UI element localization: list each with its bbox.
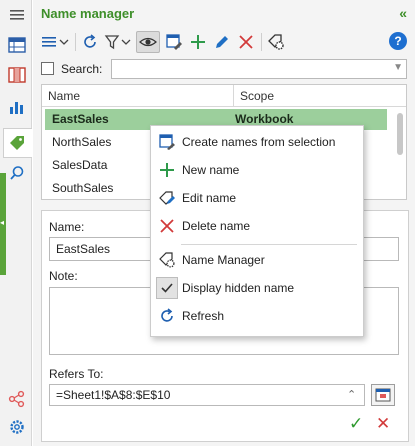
context-menu: Create names from selection New name Edi…	[150, 125, 364, 337]
cancel-x-button[interactable]: ✕	[376, 414, 390, 434]
menu-item-display-hidden-name[interactable]: Display hidden name	[152, 275, 362, 301]
toolbar	[37, 30, 411, 54]
chevron-down-icon[interactable]: ▼	[393, 62, 403, 73]
panel-resize-handle[interactable]: ◂	[0, 173, 6, 275]
show-hidden-names-icon[interactable]	[136, 31, 160, 53]
tag-icon[interactable]	[6, 132, 28, 154]
menu-item-label: New name	[182, 163, 240, 177]
chevron-up-icon[interactable]: ⌃	[347, 388, 356, 401]
menu-item-label: Name Manager	[182, 253, 265, 267]
list-header: Name Scope	[42, 85, 406, 107]
refresh-icon	[158, 307, 176, 325]
search-checkbox[interactable]	[41, 62, 54, 75]
help-button[interactable]: ?	[389, 32, 407, 50]
side-icon-strip: ◂	[0, 0, 32, 446]
menu-item-label: Create names from selection	[182, 135, 336, 149]
list-item-name: SalesData	[52, 158, 108, 172]
menu-separator	[181, 244, 357, 245]
search-icon[interactable]	[6, 162, 28, 184]
menu-item-new-name[interactable]: New name	[152, 157, 362, 183]
create-from-selection-icon[interactable]	[163, 31, 185, 53]
columns-icon[interactable]	[6, 64, 28, 86]
x-icon	[158, 217, 176, 235]
search-input[interactable]	[111, 59, 407, 79]
list-item-name: NorthSales	[52, 135, 112, 149]
settings-icon[interactable]	[6, 416, 28, 438]
name-manager-icon	[158, 251, 176, 269]
list-item-scope: Workbook	[235, 112, 294, 126]
chart-icon[interactable]	[6, 96, 28, 118]
check-icon	[158, 279, 176, 297]
refers-to-field[interactable]	[49, 384, 365, 406]
menu-item-label: Delete name	[182, 219, 251, 233]
menu-item-label: Edit name	[182, 191, 237, 205]
list-item-name: EastSales	[52, 112, 109, 126]
menu-item-delete-name[interactable]: Delete name	[152, 213, 362, 239]
menu-item-create-from-selection[interactable]: Create names from selection	[152, 129, 362, 155]
share-icon[interactable]	[6, 388, 28, 410]
refers-to-label: Refers To:	[49, 367, 104, 381]
search-row: Search: ▼	[41, 59, 411, 79]
delete-name-icon[interactable]	[235, 31, 257, 53]
refresh-icon[interactable]	[79, 31, 101, 53]
menu-item-refresh[interactable]: Refresh	[152, 303, 362, 329]
menu-icon[interactable]	[6, 4, 28, 26]
view-menu-button[interactable]	[39, 31, 71, 53]
search-label: Search:	[61, 62, 103, 76]
new-name-icon[interactable]	[187, 31, 209, 53]
table-icon[interactable]	[6, 34, 28, 56]
menu-item-label: Refresh	[182, 309, 225, 323]
ok-check-button[interactable]: ✓	[349, 414, 363, 434]
menu-item-name-manager[interactable]: Name Manager	[152, 247, 362, 273]
list-item-name: SouthSales	[52, 181, 114, 195]
menu-item-edit-name[interactable]: Edit name	[152, 185, 362, 211]
panel-title: Name manager	[41, 6, 135, 21]
list-scrollbar[interactable]	[396, 109, 404, 197]
collapse-panel-button[interactable]: «	[399, 5, 407, 21]
name-label: Name:	[49, 220, 85, 234]
edit-name-icon[interactable]	[211, 31, 233, 53]
select-range-button[interactable]	[371, 384, 395, 406]
column-divider[interactable]	[233, 85, 234, 107]
edit-tag-icon	[158, 189, 176, 207]
menu-item-label: Display hidden name	[182, 281, 295, 295]
column-header-name[interactable]: Name	[48, 89, 80, 103]
toolbar-separator	[261, 33, 262, 51]
panel-header: Name manager «	[33, 0, 415, 28]
range-select-icon	[375, 388, 391, 402]
plus-icon	[158, 161, 176, 179]
name-manager-settings-icon[interactable]	[265, 31, 287, 53]
filter-dropdown-button[interactable]	[103, 31, 133, 53]
toolbar-separator	[75, 33, 76, 51]
column-header-scope[interactable]: Scope	[240, 89, 274, 103]
scrollbar-thumb[interactable]	[397, 113, 403, 155]
note-label: Note:	[49, 269, 78, 283]
create-from-selection-icon	[158, 133, 176, 151]
